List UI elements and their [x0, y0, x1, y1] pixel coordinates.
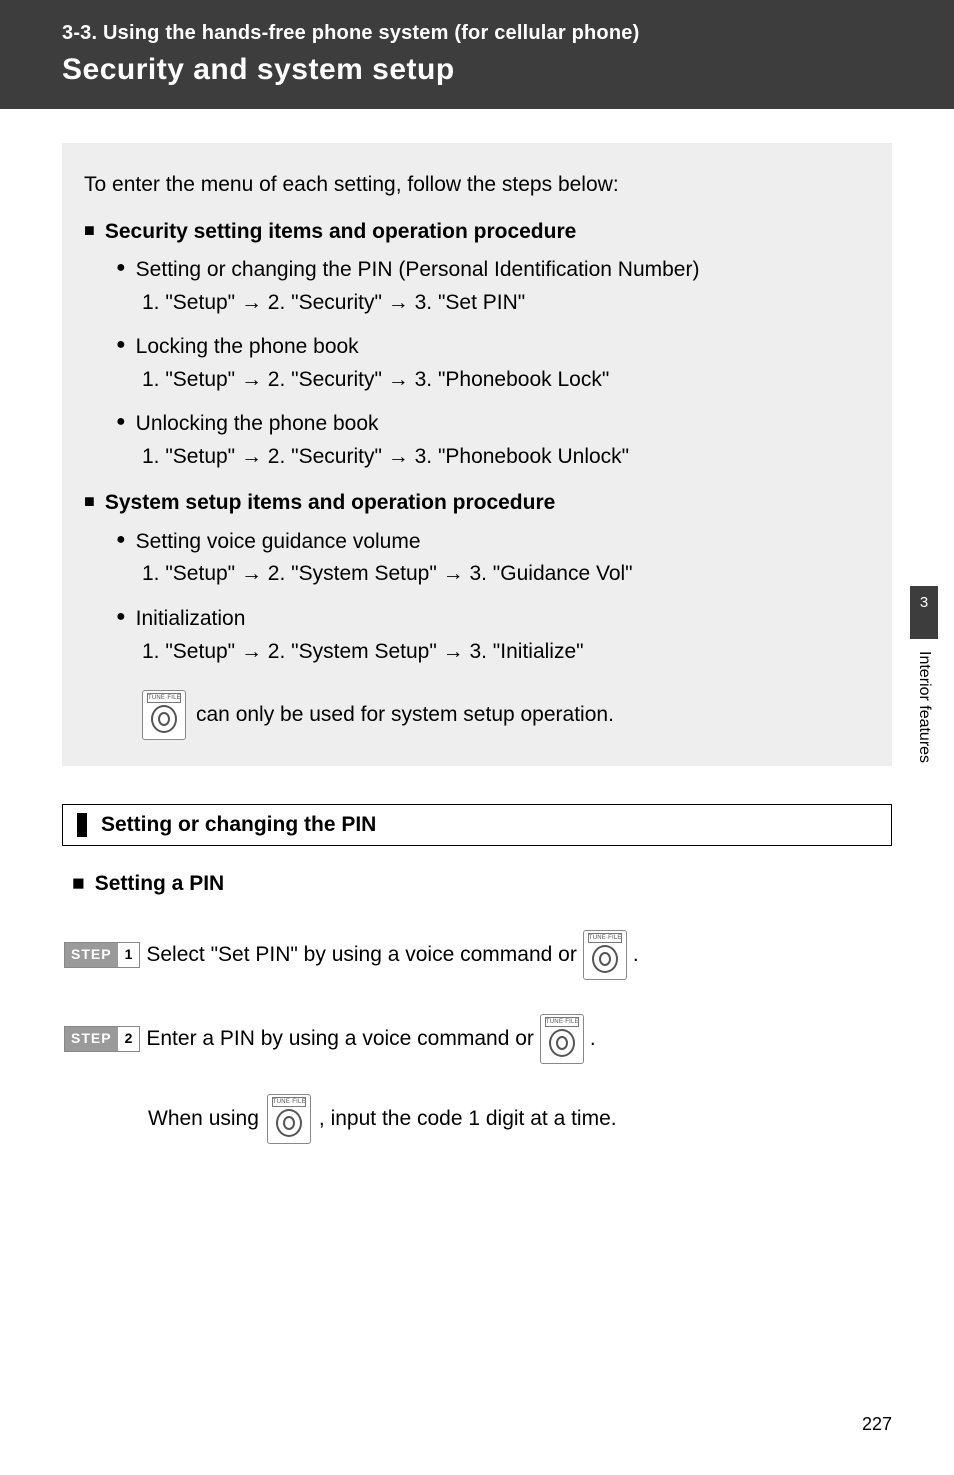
- group-heading: ■ System setup items and operation proce…: [84, 487, 870, 520]
- page-number: 227: [862, 1414, 892, 1435]
- list-item: ● Setting or changing the PIN (Personal …: [116, 254, 870, 319]
- item-label: Setting or changing the PIN (Personal Id…: [136, 254, 700, 287]
- tune-file-knob-icon: TUNE·FILE: [142, 690, 186, 740]
- tune-file-knob-icon: TUNE·FILE: [267, 1094, 311, 1144]
- sub-heading: ■ Setting a PIN: [72, 872, 892, 896]
- chapter-number: 3: [910, 586, 938, 639]
- page-title: Security and system setup: [62, 53, 926, 87]
- indent-note-before: When using: [148, 1107, 259, 1131]
- bullet-icon: ●: [116, 603, 126, 631]
- step-badge: STEP 2: [64, 1026, 140, 1052]
- square-bullet-icon: ■: [84, 216, 95, 244]
- indent-note: When using TUNE·FILE , input the code 1 …: [148, 1094, 892, 1144]
- knob-note-row: TUNE·FILE can only be used for system se…: [142, 690, 870, 740]
- bullet-icon: ●: [116, 254, 126, 282]
- item-path: 1. "Setup" → 2. "Security" → 3. "Phonebo…: [142, 364, 870, 397]
- group-heading-text: Security setting items and operation pro…: [105, 216, 576, 249]
- item-label: Locking the phone book: [136, 331, 359, 364]
- list-item: ● Initialization 1. "Setup" → 2. "System…: [116, 603, 870, 668]
- tune-file-knob-icon: TUNE·FILE: [583, 930, 627, 980]
- item-path: 1. "Setup" → 2. "Security" → 3. "Phonebo…: [142, 441, 870, 474]
- step-text: Enter a PIN by using a voice command or: [146, 1027, 534, 1051]
- step-number: 1: [118, 943, 140, 967]
- page-header: 3-3. Using the hands-free phone system (…: [0, 0, 954, 109]
- group-heading: ■ Security setting items and operation p…: [84, 216, 870, 249]
- section-title-text: Setting or changing the PIN: [101, 813, 376, 837]
- step-badge: STEP 1: [64, 942, 140, 968]
- list-item: ● Setting voice guidance volume 1. "Setu…: [116, 526, 870, 591]
- step-line: STEP 1 Select "Set PIN" by using a voice…: [64, 930, 892, 980]
- item-label: Initialization: [136, 603, 246, 636]
- overview-box: To enter the menu of each setting, follo…: [62, 143, 892, 766]
- item-path: 1. "Setup" → 2. "Security" → 3. "Set PIN…: [142, 287, 870, 320]
- item-label: Setting voice guidance volume: [136, 526, 421, 559]
- knob-note-text: can only be used for system setup operat…: [196, 699, 614, 732]
- item-path: 1. "Setup" → 2. "System Setup" → 3. "Gui…: [142, 558, 870, 591]
- section-title-box: Setting or changing the PIN: [62, 804, 892, 846]
- bullet-icon: ●: [116, 526, 126, 554]
- step-text-after: .: [633, 943, 639, 967]
- section-number-title: 3-3. Using the hands-free phone system (…: [62, 22, 926, 45]
- chapter-label: Interior features: [915, 639, 933, 763]
- item-path: 1. "Setup" → 2. "System Setup" → 3. "Ini…: [142, 636, 870, 669]
- section-title-bar: [77, 813, 87, 837]
- step-line: STEP 2 Enter a PIN by using a voice comm…: [64, 1014, 892, 1064]
- sub-heading-text: Setting a PIN: [95, 872, 225, 896]
- intro-text: To enter the menu of each setting, follo…: [84, 169, 870, 202]
- square-bullet-icon: ■: [84, 487, 95, 515]
- list-item: ● Locking the phone book 1. "Setup" → 2.…: [116, 331, 870, 396]
- step-label: STEP: [65, 1027, 118, 1051]
- bullet-icon: ●: [116, 408, 126, 436]
- list-item: ● Unlocking the phone book 1. "Setup" → …: [116, 408, 870, 473]
- step-label: STEP: [65, 943, 118, 967]
- step-text-after: .: [590, 1027, 596, 1051]
- indent-note-after: , input the code 1 digit at a time.: [319, 1107, 617, 1131]
- step-number: 2: [118, 1027, 140, 1051]
- side-tab: 3 Interior features: [910, 586, 938, 763]
- bullet-icon: ●: [116, 331, 126, 359]
- square-bullet-icon: ■: [72, 872, 85, 896]
- group-heading-text: System setup items and operation procedu…: [105, 487, 555, 520]
- item-label: Unlocking the phone book: [136, 408, 379, 441]
- tune-file-knob-icon: TUNE·FILE: [540, 1014, 584, 1064]
- step-text: Select "Set PIN" by using a voice comman…: [146, 943, 576, 967]
